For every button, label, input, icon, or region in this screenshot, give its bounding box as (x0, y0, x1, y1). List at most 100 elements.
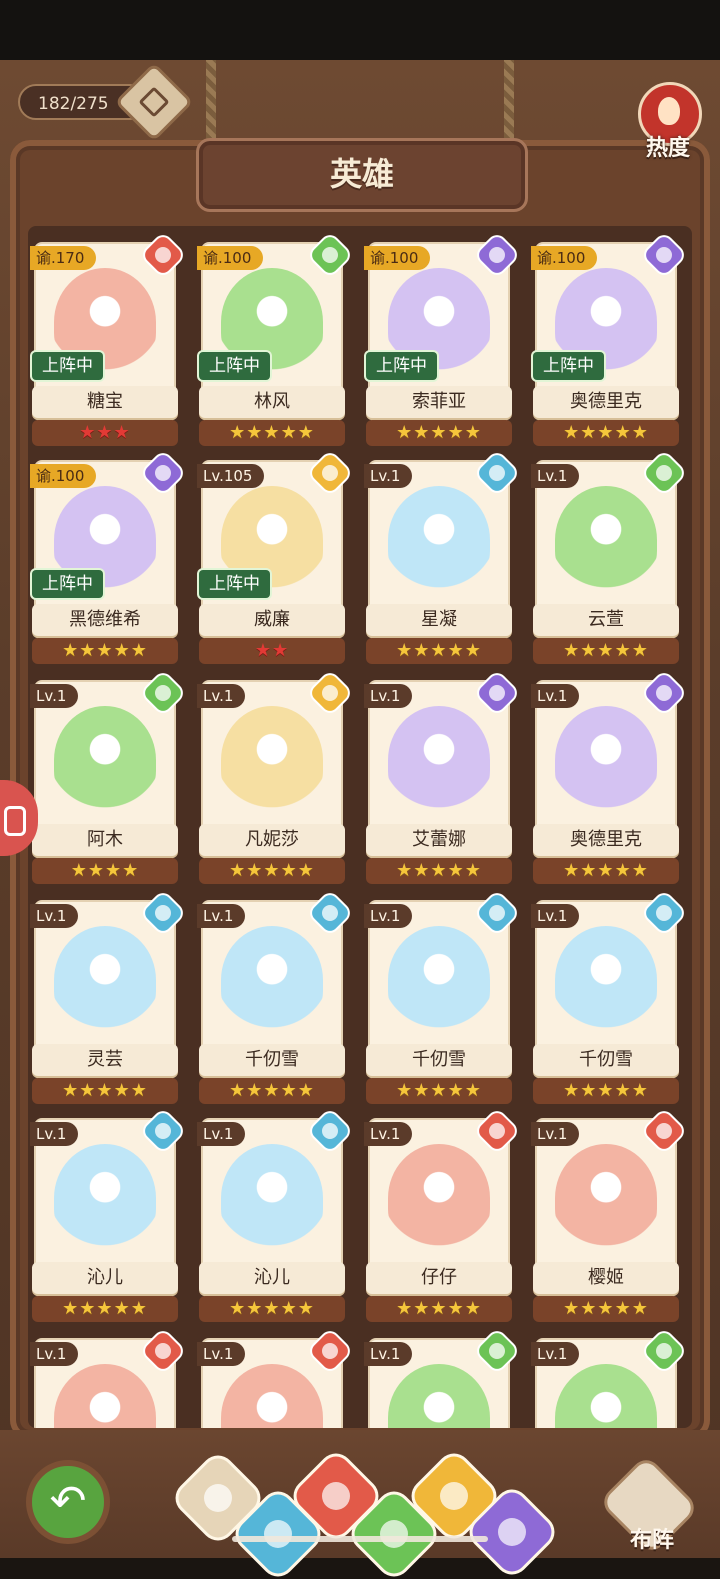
hero-card[interactable]: Lv.1 沁儿 ★★★★★ (30, 1109, 185, 1326)
back-button[interactable] (26, 1460, 110, 1544)
star-rating: ★★★★★ (229, 1298, 315, 1319)
star-bar: ★★★★★ (533, 858, 679, 884)
hero-portrait (555, 706, 657, 814)
hero-card[interactable]: Lv.1 阿木 ★★★★ (30, 671, 185, 888)
element-glyph (151, 681, 175, 705)
hero-level: Lv.1 (364, 1122, 413, 1146)
star-bar: ★★★★★ (199, 1296, 345, 1322)
star-bar: ★★★★★ (533, 1296, 679, 1322)
name-ribbon: 千仞雪 (533, 1044, 679, 1076)
hero-name: 千仞雪 (412, 1049, 466, 1070)
star-rating: ★★★★★ (396, 422, 482, 443)
name-ribbon: 沁儿 (32, 1262, 178, 1294)
hero-card[interactable]: Lv.1 凡妮莎 ★★★★★ (197, 671, 352, 888)
star-bar: ★★★★★ (533, 638, 679, 664)
hero-card[interactable]: Lv.1 千仞雪 ★★★★★ (197, 891, 352, 1108)
element-glyph (318, 1119, 342, 1143)
name-ribbon: 凡妮莎 (199, 824, 345, 856)
hero-card[interactable]: Lv.1 仔仔 ★★★★★ (364, 1109, 519, 1326)
hero-card[interactable]: Lv.1 奥德里克 ★★★★★ (531, 671, 686, 888)
sun-icon (434, 1476, 474, 1516)
hero-card[interactable]: 谕.100 上阵中奥德里克 ★★★★★ (531, 233, 686, 450)
name-ribbon: 糖宝 (32, 386, 178, 418)
hero-card[interactable]: 谕.100 上阵中 林风 ★★★★★ (197, 233, 352, 450)
hero-level: Lv.1 (531, 904, 580, 928)
star-bar: ★★★★★ (366, 638, 512, 664)
hero-portrait (54, 1144, 156, 1252)
hero-card[interactable]: Lv.1 (197, 1329, 352, 1428)
hero-card[interactable]: Lv.1 艾蕾娜 ★★★★★ (364, 671, 519, 888)
hero-card[interactable]: Lv.1 云萱 ★★★★★ (531, 451, 686, 668)
star-bar: ★★★★★ (32, 1296, 178, 1322)
element-glyph (318, 243, 342, 267)
name-ribbon: 星凝 (366, 604, 512, 636)
star-bar: ★★★★★ (199, 420, 345, 446)
hero-card[interactable]: 谕.170 上阵中 糖宝 ★★★ (30, 233, 185, 450)
hero-portrait (54, 706, 156, 814)
name-ribbon: 沁儿 (199, 1262, 345, 1294)
element-glyph (652, 1339, 676, 1363)
hero-portrait (555, 926, 657, 1034)
status-bar (0, 0, 720, 60)
star-rating: ★★★★★ (563, 422, 649, 443)
hero-level: Lv.1 (531, 1122, 580, 1146)
star-rating: ★★★★★ (563, 860, 649, 881)
hero-card[interactable]: Lv.1 千仞雪 ★★★★★ (364, 891, 519, 1108)
element-glyph (652, 901, 676, 925)
hero-name: 索菲亚 (412, 391, 466, 412)
hero-card[interactable]: Lv.1 (30, 1329, 185, 1428)
hero-portrait (388, 926, 490, 1034)
hero-name: 沁儿 (254, 1267, 290, 1288)
hero-card[interactable]: Lv.1 樱姬 ★★★★★ (531, 1109, 686, 1326)
star-bar: ★★ (199, 638, 345, 664)
element-glyph (151, 901, 175, 925)
hero-card[interactable]: Lv.1 千仞雪 ★★★★★ (531, 891, 686, 1108)
star-rating: ★★★ (79, 422, 131, 443)
hero-level: Lv.1 (30, 684, 79, 708)
hero-level: 谕.100 (364, 246, 431, 270)
hero-card[interactable]: 谕.100 上阵中索菲亚 ★★★★★ (364, 233, 519, 450)
hero-grid-area[interactable]: 谕.170 上阵中 糖宝 ★★★ 谕.100 上阵中 林风 ★★★★★ 谕.100 上阵中 索菲亚 ★… (28, 226, 692, 1428)
hero-card[interactable]: Lv.1 星凝 ★★★★★ (364, 451, 519, 668)
hero-card[interactable]: Lv.1 灵芸 ★★★★★ (30, 891, 185, 1108)
hero-level: Lv.1 (531, 464, 580, 488)
hero-name: 林风 (254, 391, 290, 412)
name-ribbon: 奥德里克 (533, 386, 679, 418)
hero-card[interactable]: Lv.1 (531, 1329, 686, 1428)
deployed-badge: 上阵中 (533, 352, 604, 380)
hero-level: 谕.100 (30, 464, 97, 488)
hero-card[interactable]: Lv.1 沁儿 ★★★★★ (197, 1109, 352, 1326)
hero-card[interactable]: Lv.105 上阵中 威廉 ★★ (197, 451, 352, 668)
formation-label: 布阵 (629, 1528, 674, 1553)
home-indicator[interactable] (232, 1536, 488, 1542)
deployed-badge: 上阵中 (199, 570, 270, 598)
hero-name: 糖宝 (87, 391, 123, 412)
star-bar: ★★★★★ (199, 858, 345, 884)
hero-name: 千仞雪 (579, 1049, 633, 1070)
hero-card[interactable]: 谕.100 上阵中 黑德维希 ★★★★★ (30, 451, 185, 668)
star-bar: ★★★★★ (533, 1078, 679, 1104)
hero-level: 谕.100 (531, 246, 598, 270)
hero-portrait (54, 926, 156, 1034)
star-rating: ★★★★★ (396, 1080, 482, 1101)
star-rating: ★★★★★ (563, 1298, 649, 1319)
hero-portrait (555, 1144, 657, 1252)
hero-name: 阿木 (87, 829, 123, 850)
name-ribbon: 黑德维希 (32, 604, 178, 636)
name-ribbon: 索菲亚 (366, 386, 512, 418)
star-rating: ★★★★★ (229, 422, 315, 443)
deployed-badge: 上阵中 (366, 352, 437, 380)
hero-portrait (388, 706, 490, 814)
hero-level: Lv.1 (197, 684, 246, 708)
star-rating: ★★★★★ (62, 640, 148, 661)
name-ribbon: 千仞雪 (366, 1044, 512, 1076)
name-ribbon: 仔仔 (366, 1262, 512, 1294)
hero-level: Lv.105 (197, 464, 265, 488)
element-glyph (485, 243, 509, 267)
element-glyph (151, 1339, 175, 1363)
name-ribbon: 艾蕾娜 (366, 824, 512, 856)
hero-name: 千仞雪 (245, 1049, 299, 1070)
grid-icon (198, 1478, 238, 1518)
name-ribbon: 灵芸 (32, 1044, 178, 1076)
hero-card[interactable]: Lv.1 (364, 1329, 519, 1428)
